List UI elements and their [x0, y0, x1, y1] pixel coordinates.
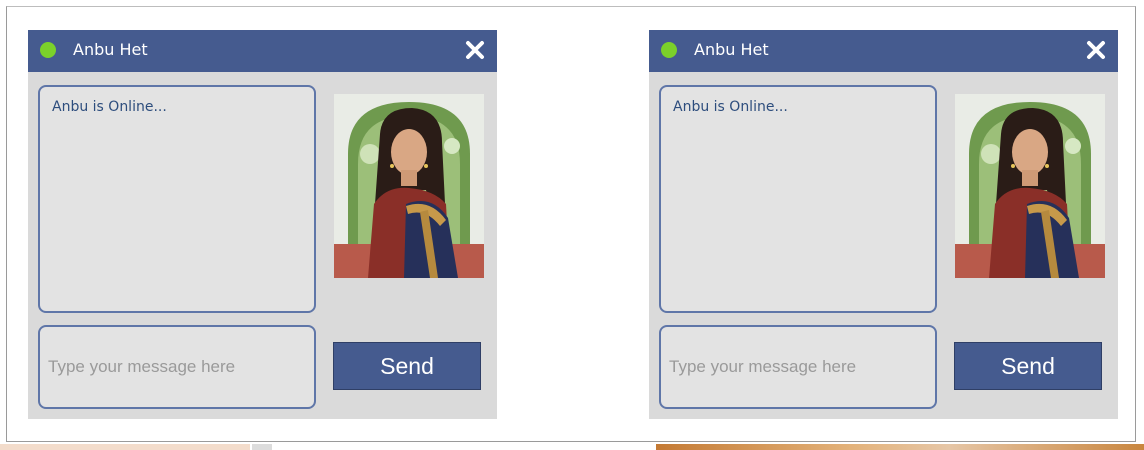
- online-status-icon: [661, 42, 677, 58]
- chat-header: Anbu Het: [649, 30, 1118, 72]
- chat-header: Anbu Het: [28, 30, 497, 72]
- message-input[interactable]: [659, 325, 937, 409]
- contact-avatar: [955, 94, 1105, 278]
- contact-name: Anbu Het: [694, 40, 769, 59]
- bottom-image-strip: [252, 444, 272, 450]
- send-button[interactable]: Send: [954, 342, 1102, 390]
- close-icon[interactable]: [1084, 38, 1108, 62]
- contact-avatar: [334, 94, 484, 278]
- message-input[interactable]: [38, 325, 316, 409]
- online-status-icon: [40, 42, 56, 58]
- message-history: Anbu is Online...: [659, 85, 937, 313]
- online-status-message: Anbu is Online...: [673, 99, 788, 115]
- bottom-image-strip: [0, 444, 250, 450]
- contact-name: Anbu Het: [73, 40, 148, 59]
- close-icon[interactable]: [463, 38, 487, 62]
- chat-window-right: Anbu Het Anbu is Online... Type your mes…: [649, 30, 1118, 419]
- online-status-message: Anbu is Online...: [52, 99, 167, 115]
- message-history: Anbu is Online...: [38, 85, 316, 313]
- bottom-image-strip: [656, 444, 1144, 450]
- chat-window-left: Anbu Het Anbu is Online... Type your mes…: [28, 30, 497, 419]
- send-button[interactable]: Send: [333, 342, 481, 390]
